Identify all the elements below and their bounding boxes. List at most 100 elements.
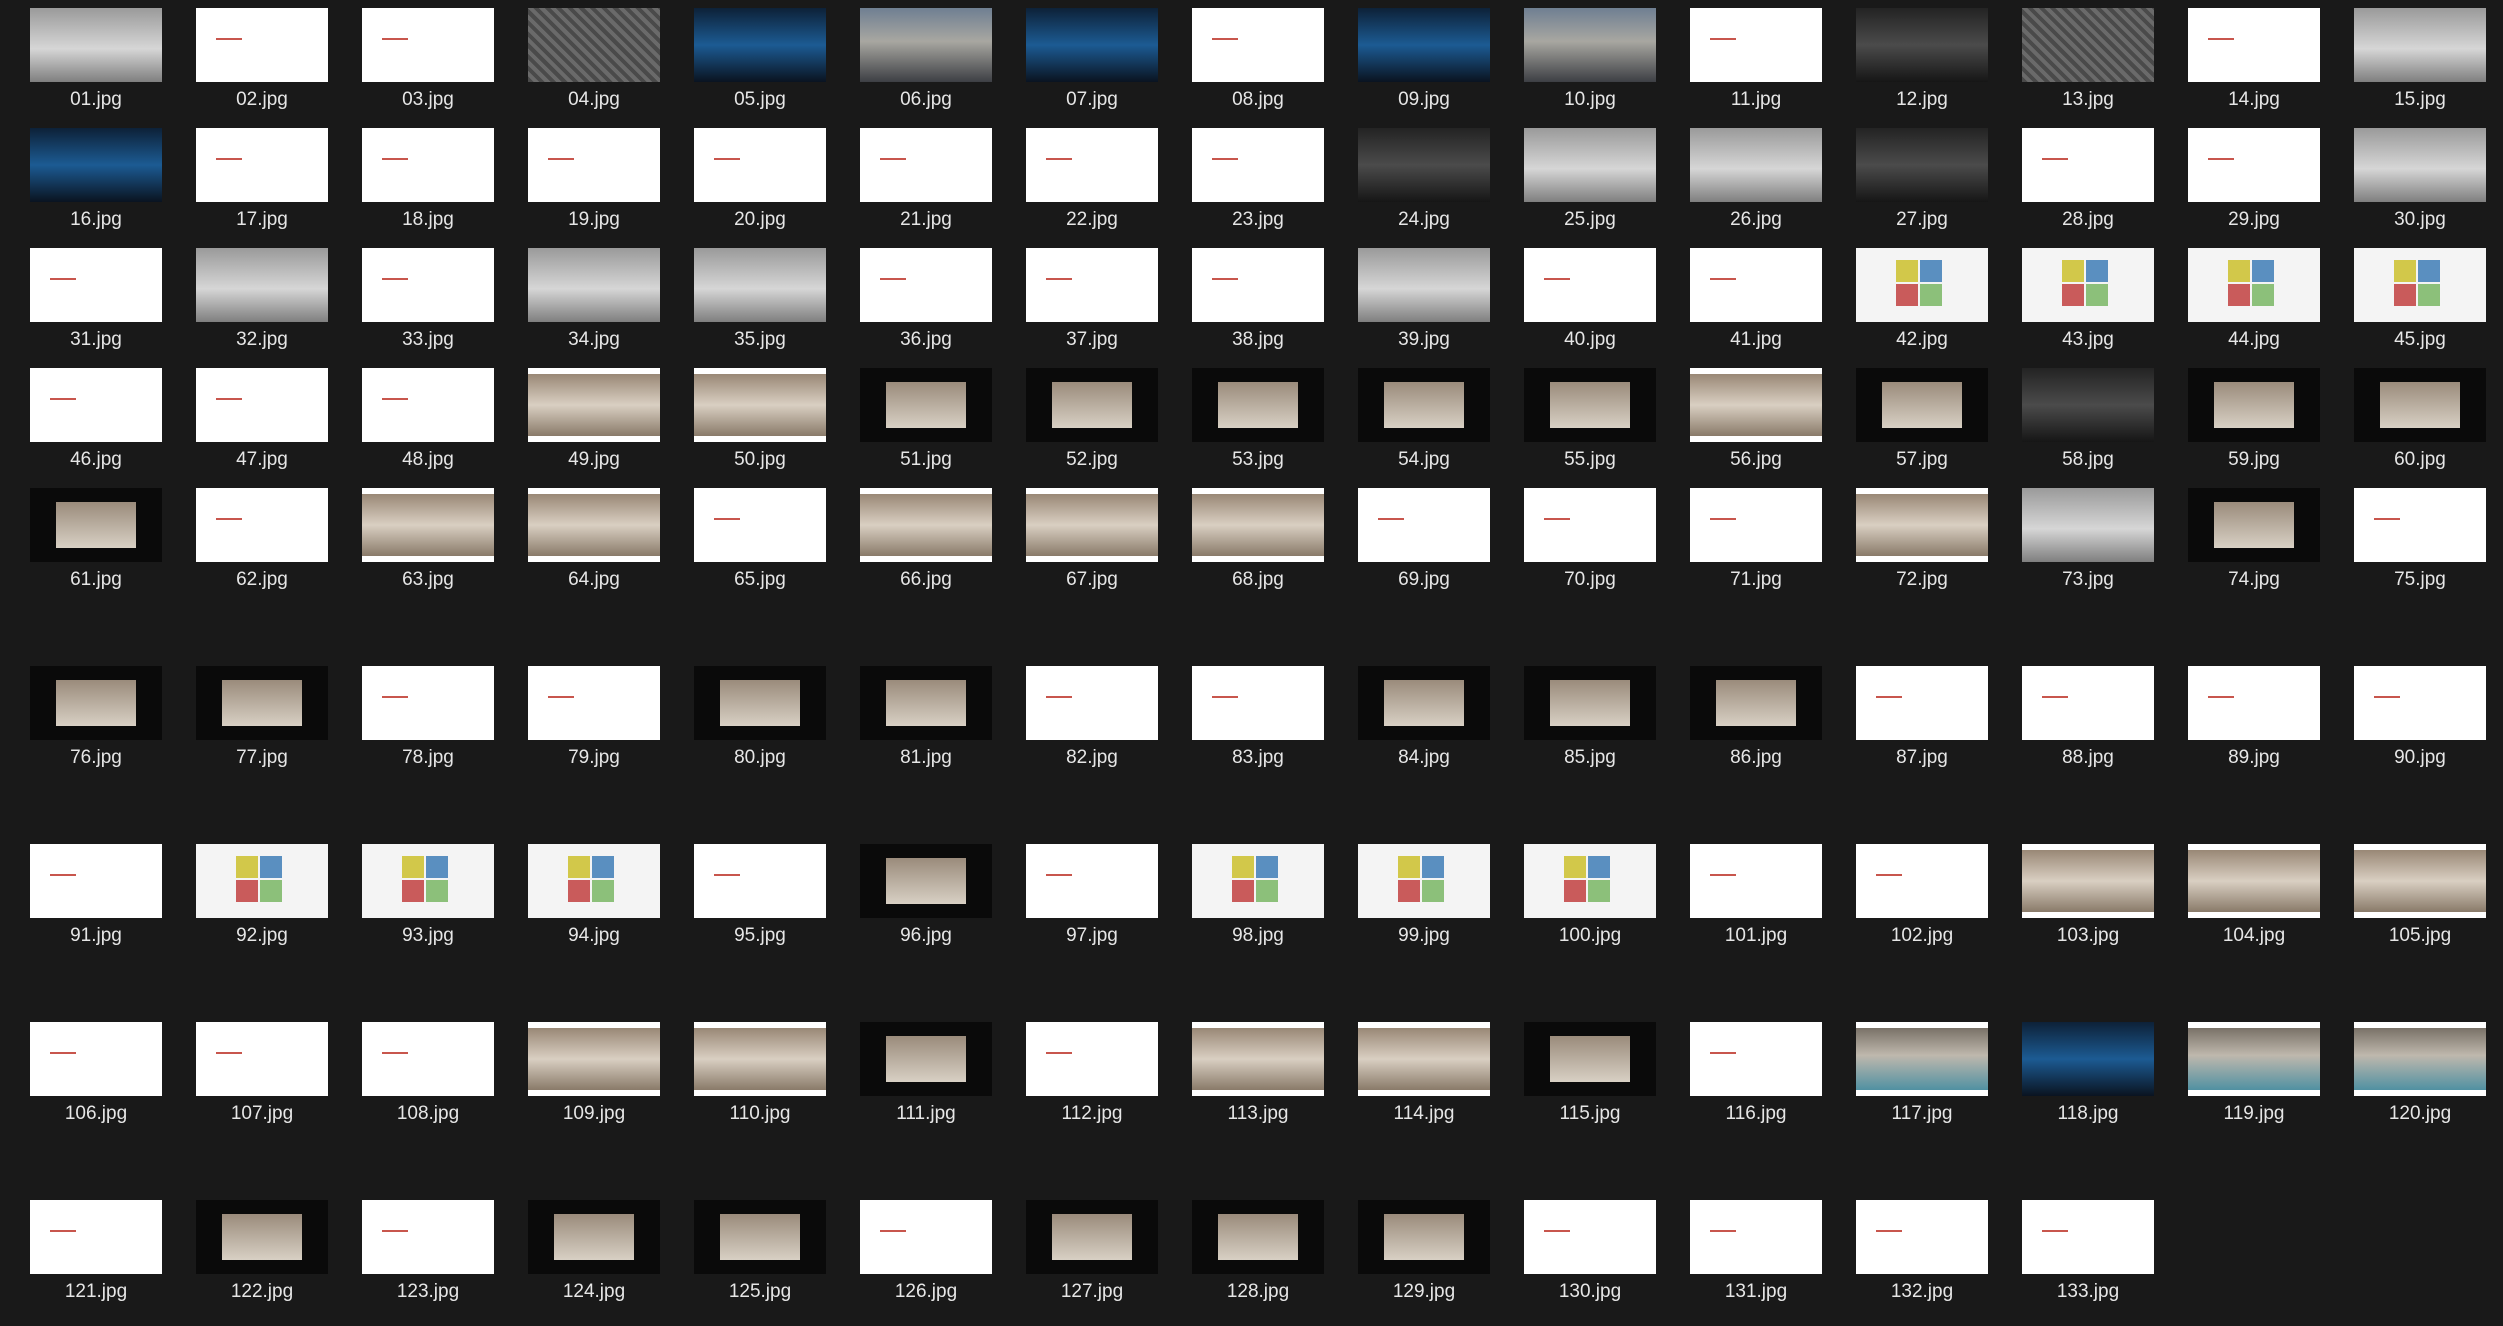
file-thumbnail[interactable] xyxy=(362,368,494,442)
file-thumbnail[interactable] xyxy=(196,844,328,918)
file-tile[interactable]: 97.jpg xyxy=(1026,844,1158,946)
file-thumbnail[interactable] xyxy=(1856,666,1988,740)
file-tile[interactable]: 100.jpg xyxy=(1524,844,1656,946)
file-tile[interactable]: 29.jpg xyxy=(2188,128,2320,230)
file-thumbnail[interactable] xyxy=(2022,8,2154,82)
file-tile[interactable]: 40.jpg xyxy=(1524,248,1656,350)
file-thumbnail[interactable] xyxy=(1192,368,1324,442)
file-thumbnail[interactable] xyxy=(1524,666,1656,740)
file-tile[interactable]: 124.jpg xyxy=(528,1200,660,1302)
file-tile[interactable]: 64.jpg xyxy=(528,488,660,590)
file-tile[interactable]: 119.jpg xyxy=(2188,1022,2320,1124)
file-thumbnail[interactable] xyxy=(1192,666,1324,740)
file-tile[interactable]: 50.jpg xyxy=(694,368,826,470)
file-tile[interactable]: 43.jpg xyxy=(2022,248,2154,350)
file-thumbnail[interactable] xyxy=(196,666,328,740)
file-tile[interactable]: 56.jpg xyxy=(1690,368,1822,470)
file-thumbnail[interactable] xyxy=(1690,1200,1822,1274)
file-thumbnail[interactable] xyxy=(2188,666,2320,740)
file-tile[interactable]: 60.jpg xyxy=(2354,368,2486,470)
file-tile[interactable]: 117.jpg xyxy=(1856,1022,1988,1124)
file-thumbnail[interactable] xyxy=(1026,844,1158,918)
file-thumbnail[interactable] xyxy=(1524,8,1656,82)
file-thumbnail[interactable] xyxy=(2354,368,2486,442)
file-thumbnail[interactable] xyxy=(1358,368,1490,442)
file-tile[interactable]: 101.jpg xyxy=(1690,844,1822,946)
file-tile[interactable]: 128.jpg xyxy=(1192,1200,1324,1302)
file-tile[interactable]: 41.jpg xyxy=(1690,248,1822,350)
file-tile[interactable]: 16.jpg xyxy=(30,128,162,230)
file-thumbnail[interactable] xyxy=(528,844,660,918)
file-tile[interactable]: 52.jpg xyxy=(1026,368,1158,470)
file-thumbnail[interactable] xyxy=(528,1200,660,1274)
file-tile[interactable]: 82.jpg xyxy=(1026,666,1158,768)
file-tile[interactable]: 70.jpg xyxy=(1524,488,1656,590)
file-thumbnail[interactable] xyxy=(1524,1200,1656,1274)
file-tile[interactable]: 78.jpg xyxy=(362,666,494,768)
file-thumbnail[interactable] xyxy=(1358,666,1490,740)
file-tile[interactable]: 19.jpg xyxy=(528,128,660,230)
file-tile[interactable]: 118.jpg xyxy=(2022,1022,2154,1124)
file-thumbnail[interactable] xyxy=(1856,368,1988,442)
file-tile[interactable]: 107.jpg xyxy=(196,1022,328,1124)
file-tile[interactable]: 30.jpg xyxy=(2354,128,2486,230)
file-tile[interactable]: 110.jpg xyxy=(694,1022,826,1124)
file-tile[interactable]: 89.jpg xyxy=(2188,666,2320,768)
file-tile[interactable]: 17.jpg xyxy=(196,128,328,230)
file-tile[interactable]: 46.jpg xyxy=(30,368,162,470)
file-thumbnail[interactable] xyxy=(1690,128,1822,202)
file-tile[interactable]: 113.jpg xyxy=(1192,1022,1324,1124)
file-thumbnail[interactable] xyxy=(2188,488,2320,562)
file-thumbnail[interactable] xyxy=(362,844,494,918)
file-tile[interactable]: 35.jpg xyxy=(694,248,826,350)
file-tile[interactable]: 106.jpg xyxy=(30,1022,162,1124)
file-thumbnail[interactable] xyxy=(1026,1022,1158,1096)
file-thumbnail[interactable] xyxy=(1026,248,1158,322)
file-thumbnail[interactable] xyxy=(528,128,660,202)
file-tile[interactable]: 31.jpg xyxy=(30,248,162,350)
file-tile[interactable]: 57.jpg xyxy=(1856,368,1988,470)
file-tile[interactable]: 93.jpg xyxy=(362,844,494,946)
file-thumbnail[interactable] xyxy=(1690,368,1822,442)
file-thumbnail[interactable] xyxy=(2022,128,2154,202)
file-tile[interactable]: 133.jpg xyxy=(2022,1200,2154,1302)
file-tile[interactable]: 71.jpg xyxy=(1690,488,1822,590)
file-thumbnail[interactable] xyxy=(1192,128,1324,202)
file-thumbnail[interactable] xyxy=(30,666,162,740)
file-thumbnail[interactable] xyxy=(1690,666,1822,740)
file-tile[interactable]: 25.jpg xyxy=(1524,128,1656,230)
file-thumbnail[interactable] xyxy=(1524,128,1656,202)
file-tile[interactable]: 85.jpg xyxy=(1524,666,1656,768)
file-thumbnail[interactable] xyxy=(1026,666,1158,740)
file-tile[interactable]: 129.jpg xyxy=(1358,1200,1490,1302)
file-thumbnail[interactable] xyxy=(196,8,328,82)
file-thumbnail[interactable] xyxy=(30,1022,162,1096)
file-thumbnail[interactable] xyxy=(860,1022,992,1096)
file-thumbnail[interactable] xyxy=(2022,666,2154,740)
file-thumbnail[interactable] xyxy=(362,248,494,322)
file-tile[interactable]: 53.jpg xyxy=(1192,368,1324,470)
file-tile[interactable]: 87.jpg xyxy=(1856,666,1988,768)
file-tile[interactable]: 127.jpg xyxy=(1026,1200,1158,1302)
file-tile[interactable]: 26.jpg xyxy=(1690,128,1822,230)
file-tile[interactable]: 61.jpg xyxy=(30,488,162,590)
file-tile[interactable]: 109.jpg xyxy=(528,1022,660,1124)
file-tile[interactable]: 86.jpg xyxy=(1690,666,1822,768)
file-thumbnail[interactable] xyxy=(1192,488,1324,562)
file-tile[interactable]: 96.jpg xyxy=(860,844,992,946)
file-thumbnail[interactable] xyxy=(1358,1022,1490,1096)
file-tile[interactable]: 92.jpg xyxy=(196,844,328,946)
file-tile[interactable]: 04.jpg xyxy=(528,8,660,110)
file-thumbnail[interactable] xyxy=(1690,488,1822,562)
file-thumbnail[interactable] xyxy=(2354,488,2486,562)
file-tile[interactable]: 05.jpg xyxy=(694,8,826,110)
file-tile[interactable]: 58.jpg xyxy=(2022,368,2154,470)
file-thumbnail[interactable] xyxy=(860,368,992,442)
file-tile[interactable]: 24.jpg xyxy=(1358,128,1490,230)
file-tile[interactable]: 28.jpg xyxy=(2022,128,2154,230)
file-thumbnail[interactable] xyxy=(1524,844,1656,918)
file-thumbnail[interactable] xyxy=(528,1022,660,1096)
file-tile[interactable]: 33.jpg xyxy=(362,248,494,350)
file-thumbnail[interactable] xyxy=(1358,8,1490,82)
file-tile[interactable]: 88.jpg xyxy=(2022,666,2154,768)
